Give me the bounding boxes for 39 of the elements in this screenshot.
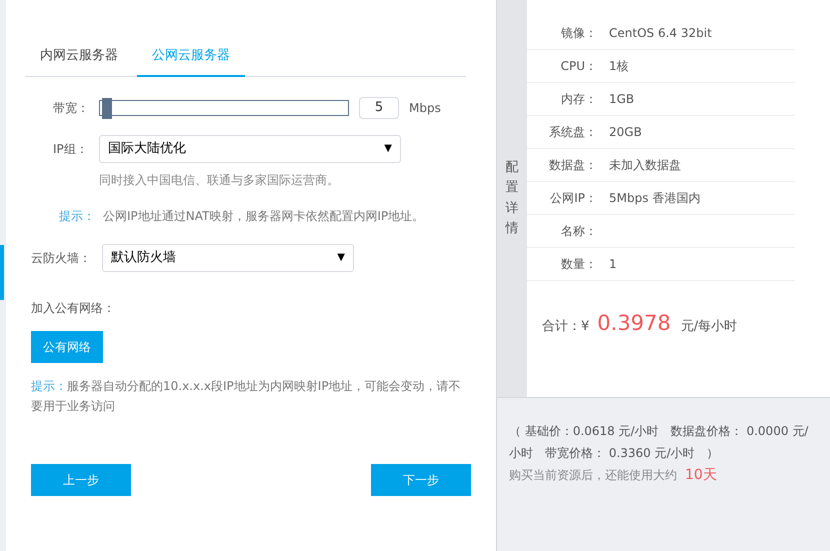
detail-label: 公网IP：	[549, 190, 597, 207]
field-label: 云防火墙：	[31, 250, 92, 266]
caret-icon: ▼	[384, 141, 392, 156]
detail-value: 未加入数据盘	[609, 157, 681, 174]
total-amount: 0.3978	[597, 310, 671, 337]
detail-value: 20GB	[609, 124, 642, 141]
details-tab[interactable]: 配置详情	[497, 0, 527, 397]
total-label: 合计：¥	[542, 318, 590, 336]
detail-label: 名称：	[560, 223, 597, 240]
remaining-text: 购买当前资源后，还能使用大约	[509, 467, 677, 484]
hint-text: 同时接入中国电信、联通与多家国际运营商。	[99, 172, 340, 188]
detail-label: CPU：	[560, 58, 597, 75]
detail-label: 系统盘：	[548, 124, 597, 141]
slider-thumb[interactable]	[102, 98, 112, 118]
field-label: 带宽：	[53, 100, 90, 116]
detail-label: 数量：	[560, 256, 597, 273]
tip-text: 提示：服务器自动分配的10.x.x.x段IP地址为内网映射IP地址，可能会变动，请不要用于业务访问	[31, 378, 462, 414]
detail-value: CentOS 6.4 32bit	[609, 25, 712, 42]
price-breakdown: （ 基础价：0.0618 元/小时 数据盘价格： 0.0000 元/小时 带宽价格： 0.3360 元/小时 ）	[509, 423, 810, 462]
total-unit: 元/每小时	[680, 318, 738, 336]
section-label: 加入公有网络：	[31, 300, 116, 316]
select-dropdown[interactable]: 国际大陆优化 ▼	[99, 134, 401, 162]
detail-label: 数据盘：	[548, 157, 597, 174]
bandwidth-input[interactable]: 5	[359, 96, 399, 118]
side-marker	[0, 245, 4, 300]
unit-label: Mbps	[409, 100, 441, 116]
detail-value: 5Mbps 香港国内	[609, 190, 700, 207]
detail-value: 1GB	[609, 91, 634, 108]
detail-value: 1	[609, 256, 617, 273]
field-label: IP组：	[53, 140, 89, 158]
tip-label: 提示：	[59, 208, 95, 224]
detail-label: 内存：	[560, 91, 597, 108]
tip-text: 公网IP地址通过NAT映射，服务器网卡依然配置内网IP地址。	[103, 208, 424, 224]
detail-value: 1核	[609, 58, 629, 75]
tab[interactable]: 内网云服务器	[40, 46, 123, 76]
remaining-days: 10天	[685, 464, 717, 486]
select-dropdown[interactable]: 默认防火墙 ▼	[102, 244, 354, 272]
detail-label: 镜像：	[560, 25, 597, 42]
caret-icon: ▼	[337, 250, 345, 265]
